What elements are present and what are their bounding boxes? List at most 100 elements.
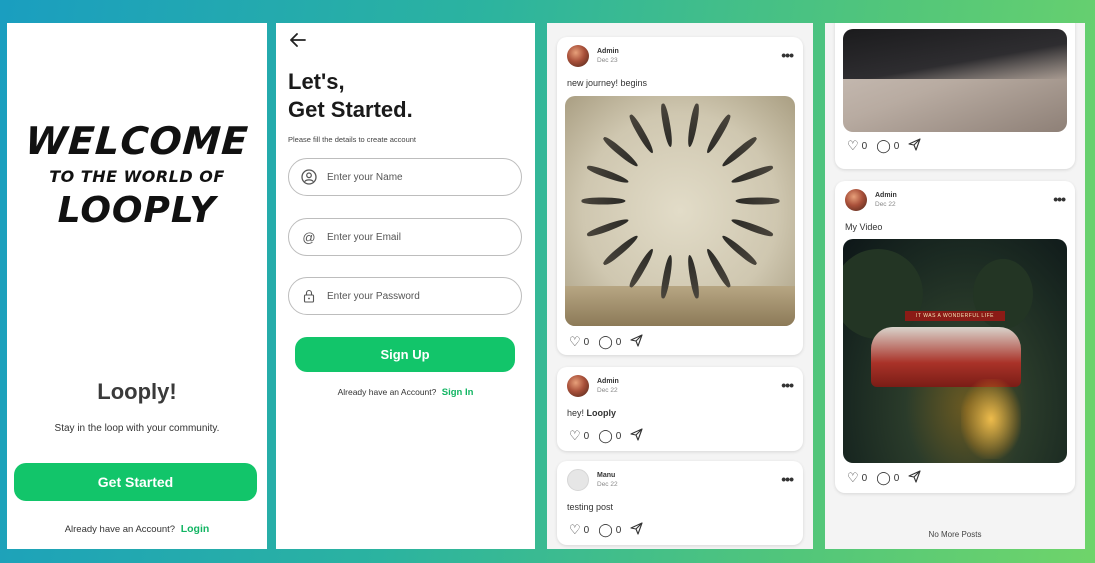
comment-button[interactable]: ◯ 0 [598,334,621,350]
tree [843,249,923,339]
send-icon [630,334,643,350]
have-account-text: Already have an Account? [337,387,437,397]
password-input[interactable]: Enter your Password [288,277,522,315]
logo-line-to-the-world-of: TO THE WORLD OF [49,167,225,186]
send-icon [908,138,921,154]
comment-count: 0 [893,472,900,484]
like-count: 0 [861,140,868,152]
like-count: 0 [583,524,590,536]
share-button[interactable] [630,522,643,538]
name-placeholder: Enter your Name [327,171,403,183]
send-icon [630,522,643,538]
share-button[interactable] [908,138,921,154]
more-icon[interactable]: ••• [781,377,794,393]
feed-screen-scrolled[interactable]: ♡ 0 ◯ 0 Admin Dec 22 ••• My Video IT WAS A… [825,23,1085,549]
app-name: Looply! [97,379,177,404]
comment-count: 0 [615,524,622,536]
email-placeholder: Enter your Email [327,231,401,243]
welcome-logo: WELCOME TO THE WORLD OF LOOPLY [7,119,267,231]
trailer-sign: IT WAS A WONDERFUL LIFE [905,311,1005,321]
author-name[interactable]: Manu [597,472,618,479]
post-header: Admin Dec 22 [845,189,897,211]
like-button[interactable]: ♡ 0 [847,470,867,486]
author-name[interactable]: Admin [875,192,897,199]
comment-icon: ◯ [598,334,613,349]
avatar[interactable] [567,375,589,397]
more-icon[interactable]: ••• [781,47,794,63]
signup-button[interactable]: Sign Up [295,337,515,372]
like-button[interactable]: ♡ 0 [569,522,589,538]
avatar[interactable] [845,189,867,211]
post-video[interactable]: IT WAS A WONDERFUL LIFE [843,239,1067,463]
post-actions: ♡ 0 ◯ 0 [847,470,930,486]
like-count: 0 [861,472,868,484]
knife-shape [704,113,733,156]
knife-shape [585,216,630,239]
image-hair [843,29,1067,79]
post-image[interactable] [843,29,1067,132]
comment-button[interactable]: ◯ 0 [876,138,899,154]
more-icon[interactable]: ••• [1053,191,1066,207]
signin-link[interactable]: Sign In [442,387,474,398]
post-text-prefix: hey! [567,408,585,418]
comment-button[interactable]: ◯ 0 [598,522,621,538]
post-date: Dec 22 [597,387,618,394]
image-shelf [565,286,795,326]
avatar[interactable] [567,469,589,491]
author-name[interactable]: Admin [597,48,619,55]
send-icon [630,428,643,444]
knife-shape [659,102,674,148]
knife-shape [730,216,775,239]
comment-button[interactable]: ◯ 0 [876,470,899,486]
post-text: hey! Looply [567,408,616,418]
back-arrow-icon[interactable] [290,31,306,52]
knife-shape [719,233,759,268]
like-button[interactable]: ♡ 0 [847,138,867,154]
heart-icon: ♡ [847,470,859,485]
like-button[interactable]: ♡ 0 [569,428,589,444]
post-card: ♡ 0 ◯ 0 [835,23,1075,169]
logo-line-looply: LOOPLY [57,190,217,231]
post-card: Manu Dec 22 ••• testing post ♡ 0 ◯ 0 [557,461,803,545]
user-icon [301,169,317,185]
login-link[interactable]: Login [181,523,210,535]
author-name[interactable]: Admin [597,378,619,385]
name-input[interactable]: Enter your Name [288,158,522,196]
welcome-screen: WELCOME TO THE WORLD OF LOOPLY Looply! S… [7,23,267,549]
heart-icon: ♡ [847,138,859,153]
post-card: Admin Dec 22 ••• hey! Looply ♡ 0 ◯ 0 [557,367,803,451]
comment-count: 0 [893,140,900,152]
feed-screen[interactable]: Admin Dec 23 ••• new journey! begins ♡ 0 … [547,23,813,549]
knife-shape [686,102,701,148]
post-text: new journey! begins [567,78,648,88]
more-icon[interactable]: ••• [781,471,794,487]
like-count: 0 [583,336,590,348]
get-started-button[interactable]: Get Started [14,463,257,501]
email-input[interactable]: @ Enter your Email [288,218,522,256]
password-placeholder: Enter your Password [327,290,420,302]
share-button[interactable] [630,334,643,350]
knife-shape [581,197,625,205]
comment-button[interactable]: ◯ 0 [598,428,621,444]
comment-count: 0 [615,430,622,442]
avatar[interactable] [567,45,589,67]
comment-icon: ◯ [876,138,891,153]
knife-shape [601,233,641,268]
post-date: Dec 23 [597,57,618,64]
like-count: 0 [583,430,590,442]
post-header: Admin Dec 23 [567,45,619,67]
have-account-text: Already have an Account? [64,524,176,535]
share-button[interactable] [630,428,643,444]
comment-icon: ◯ [598,428,613,443]
post-actions: ♡ 0 ◯ 0 [569,334,652,350]
knife-shape [601,134,641,169]
comment-count: 0 [615,336,622,348]
share-button[interactable] [908,470,921,486]
post-header: Manu Dec 22 [567,469,618,491]
comment-icon: ◯ [876,470,891,485]
post-image[interactable] [565,96,795,326]
at-icon: @ [302,229,316,245]
like-button[interactable]: ♡ 0 [569,334,589,350]
knife-shape [627,113,656,156]
login-prompt: Already have an Account? Login [7,523,267,535]
